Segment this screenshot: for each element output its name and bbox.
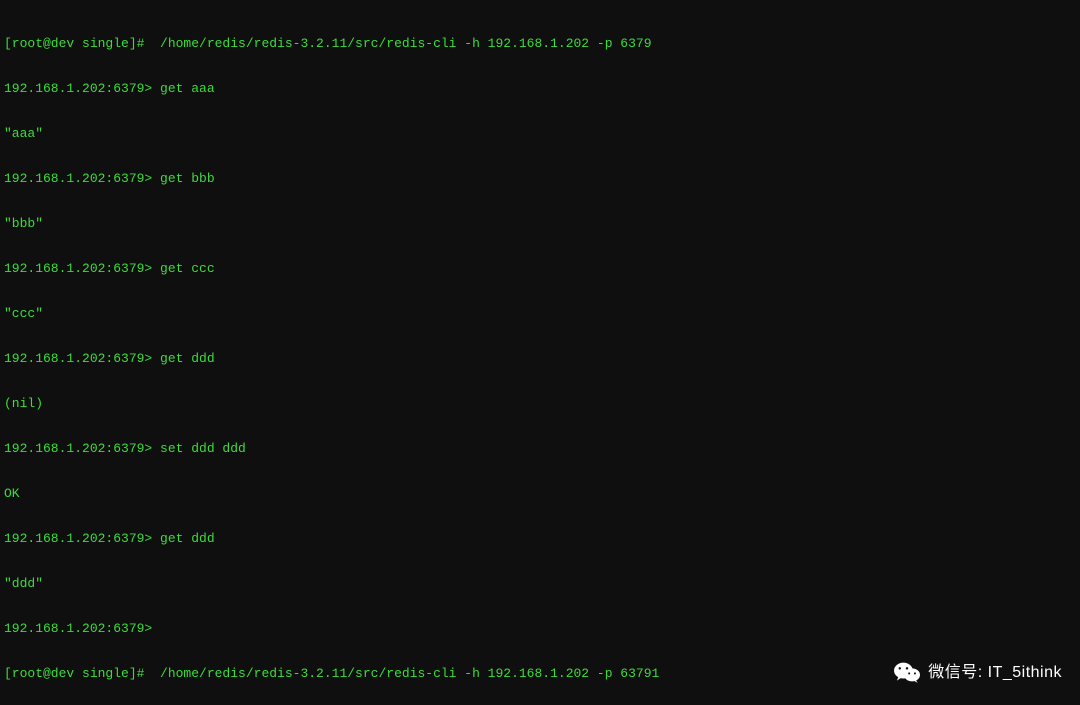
terminal-line: 192.168.1.202:6379> set ddd ddd [4,441,1076,456]
terminal-line: [root@dev single]# /home/redis/redis-3.2… [4,36,1076,51]
terminal-line: (nil) [4,396,1076,411]
terminal-line: 192.168.1.202:6379> [4,621,1076,636]
terminal-line: 192.168.1.202:6379> get ddd [4,531,1076,546]
terminal-line: 192.168.1.202:6379> get ccc [4,261,1076,276]
terminal-line: "bbb" [4,216,1076,231]
terminal-output[interactable]: [root@dev single]# /home/redis/redis-3.2… [0,0,1080,705]
terminal-line: "ccc" [4,306,1076,321]
terminal-line: 192.168.1.202:6379> get bbb [4,171,1076,186]
terminal-line: "aaa" [4,126,1076,141]
terminal-line: OK [4,486,1076,501]
terminal-line: [root@dev single]# /home/redis/redis-3.2… [4,666,1076,681]
terminal-line: 192.168.1.202:6379> get aaa [4,81,1076,96]
terminal-line: 192.168.1.202:6379> get ddd [4,351,1076,366]
terminal-line: "ddd" [4,576,1076,591]
